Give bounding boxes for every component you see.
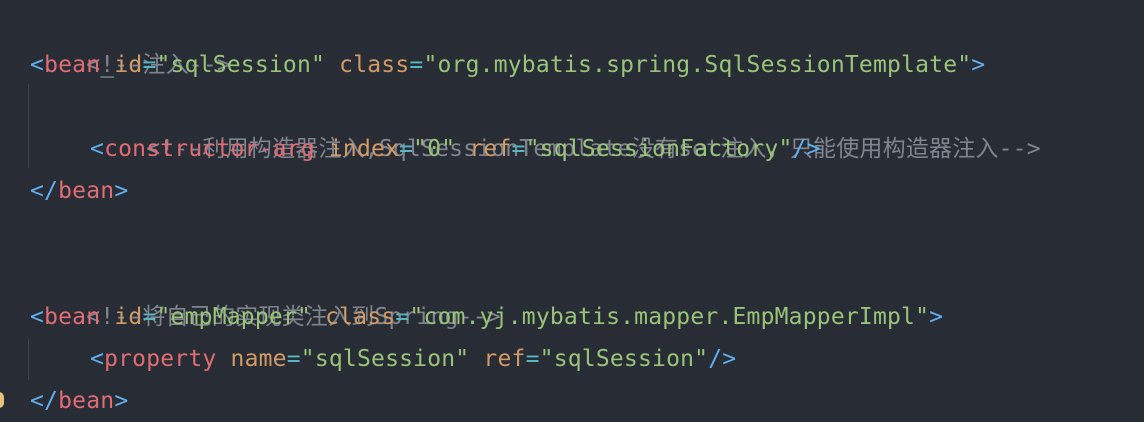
tag-open-bracket: < bbox=[90, 346, 105, 372]
tag-close-bracket: /> bbox=[708, 346, 737, 372]
tag-open-bracket: </ bbox=[30, 178, 59, 204]
tag-close-bracket: > bbox=[114, 178, 129, 204]
attribute-name: class bbox=[325, 304, 396, 330]
equals-sign: = bbox=[511, 136, 526, 162]
attribute-name: class bbox=[339, 52, 410, 78]
attribute-name: ref bbox=[483, 346, 526, 372]
tag-open-bracket: < bbox=[90, 136, 105, 162]
attribute-value: "sqlSessionFactory" bbox=[525, 136, 793, 162]
indent-guide bbox=[28, 338, 29, 380]
code-line-constructor-arg[interactable]: <constructor-arg index="0" ref="sqlSessi… bbox=[90, 128, 821, 170]
attribute-name: name bbox=[230, 346, 287, 372]
tag-close-bracket: > bbox=[971, 52, 986, 78]
attribute-value: "sqlSession" bbox=[539, 346, 709, 372]
indent-guide bbox=[28, 84, 29, 168]
tag-open-bracket: </ bbox=[30, 388, 59, 414]
equals-sign: = bbox=[142, 52, 157, 78]
attribute-value: "0" bbox=[413, 136, 456, 162]
tag-name: constructor-arg bbox=[104, 136, 315, 162]
tag-name: bean bbox=[58, 178, 115, 204]
tag-name: bean bbox=[58, 388, 115, 414]
tag-name: bean bbox=[44, 304, 101, 330]
tag-close-bracket: /> bbox=[792, 136, 821, 162]
attribute-name: id bbox=[114, 304, 143, 330]
code-line-bean-sqlsession[interactable]: <bean_id="sqlSession" class="org.mybatis… bbox=[30, 44, 985, 86]
attribute-name: index bbox=[328, 136, 400, 162]
attribute-value: "empMapper" bbox=[156, 304, 312, 330]
equals-sign: = bbox=[395, 304, 410, 330]
attribute-value: "com.yj.mybatis.mapper.EmpMapperImpl" bbox=[409, 304, 930, 330]
code-line-comment-constructor[interactable]: <!--利用构造器注入,SqlSessionTemplate没有set注入，只能… bbox=[90, 86, 1041, 162]
tag-open-bracket: < bbox=[30, 52, 45, 78]
tag-close-bracket: > bbox=[929, 304, 944, 330]
equals-sign: = bbox=[399, 136, 414, 162]
code-line-property[interactable]: <property name="sqlSession" ref="sqlSess… bbox=[90, 338, 736, 380]
attribute-name: id bbox=[114, 52, 143, 78]
attribute-value: "sqlSession" bbox=[156, 52, 326, 78]
code-line-bean-empmapper[interactable]: <bean id="empMapper" class="com.yj.mybat… bbox=[30, 296, 943, 338]
attribute-value: "sqlSession" bbox=[300, 346, 470, 372]
tag-name: bean bbox=[44, 52, 101, 78]
code-line-comment-spring[interactable]: <!--将自己的实现类注入到Spring--> bbox=[30, 254, 501, 330]
equals-sign: = bbox=[286, 346, 301, 372]
equals-sign: = bbox=[525, 346, 540, 372]
breakpoint-marker-icon[interactable] bbox=[0, 392, 4, 408]
code-line-bean-close[interactable]: </bean> bbox=[30, 170, 128, 212]
equals-sign: = bbox=[142, 304, 157, 330]
code-line-comment-inject[interactable]: <!--注入--> bbox=[30, 2, 231, 78]
code-line-bean-close[interactable]: </bean> bbox=[30, 380, 128, 422]
attribute-value: "org.mybatis.spring.SqlSessionTemplate" bbox=[423, 52, 972, 78]
typo-underscore: _ bbox=[100, 52, 115, 78]
tag-name: property bbox=[104, 346, 217, 372]
tag-close-bracket: > bbox=[114, 388, 129, 414]
attribute-name: ref bbox=[469, 136, 512, 162]
tag-open-bracket: < bbox=[30, 304, 45, 330]
code-editor[interactable]: <!--注入--> <bean_id="sqlSession" class="o… bbox=[0, 0, 1144, 420]
equals-sign: = bbox=[409, 52, 424, 78]
